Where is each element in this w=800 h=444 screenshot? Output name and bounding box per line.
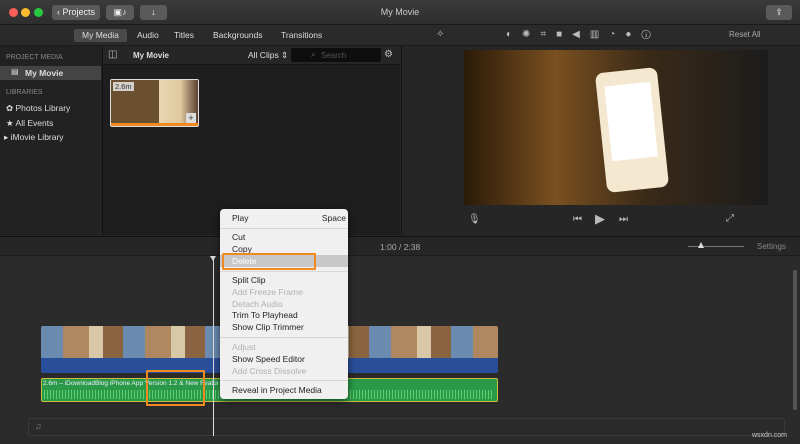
phone-screen [604, 81, 658, 162]
sidebar: PROJECT MEDIA ▤ My Movie LIBRARIES ✿ Pho… [0, 46, 103, 235]
add-clip-icon[interactable]: + [186, 113, 196, 123]
search-input[interactable]: ⌕ Search [291, 48, 381, 62]
zoom-slider-thumb[interactable] [698, 242, 704, 248]
menu-separator [220, 271, 348, 272]
menu-item-add-cross-dissolve: Add Cross Dissolve [232, 366, 307, 376]
disclosure-triangle-icon[interactable]: ▸ [4, 132, 8, 142]
menu-item-show-speed-editor[interactable]: Show Speed Editor [232, 354, 305, 365]
media-tab-bar: My Media Audio Titles Backgrounds Transi… [0, 25, 800, 46]
menu-item-play[interactable]: Play Space [232, 213, 346, 224]
tab-transitions[interactable]: Transitions [273, 29, 330, 42]
playhead[interactable] [213, 258, 214, 436]
highlight-box-delete [222, 253, 316, 270]
menu-separator [220, 380, 348, 381]
menu-item-split-clip[interactable]: Split Clip [232, 275, 266, 286]
shortcut-label: Space [321, 213, 346, 223]
video-preview [464, 50, 768, 205]
title-bar: ‹ Projects ▣♪ ↓ My Movie ⇪ [0, 0, 800, 25]
stabilization-icon[interactable]: ■ [556, 29, 572, 40]
sidebar-item-label: My Movie [25, 68, 64, 78]
menu-item-label: Play [232, 213, 249, 223]
sidebar-item-my-movie[interactable]: ▤ My Movie [0, 66, 101, 80]
tab-my-media[interactable]: My Media [74, 29, 127, 42]
context-menu: Play Space Cut Copy Delete Split Clip Add… [220, 209, 348, 399]
star-icon: ★ [6, 118, 14, 128]
search-icon: ⌕ [311, 50, 316, 59]
color-correction-icon[interactable]: ✺ [522, 29, 540, 40]
browser-title: My Movie [133, 51, 170, 60]
adjustment-toolbar[interactable]: ◐✺⌗■◀▥◔●ⓘ [506, 29, 661, 40]
browser-header: ◫ My Movie All Clips ⇕ ⌕ Search ⚙ [103, 46, 400, 65]
music-track[interactable]: ♫ [28, 418, 785, 436]
sidebar-item-photos-library[interactable]: ✿ Photos Library [6, 103, 70, 114]
menu-separator [220, 337, 348, 338]
next-icon[interactable]: ⏭ [619, 214, 628, 225]
clip-used-bar [111, 123, 198, 126]
media-clip-thumbnail[interactable]: 2.6m + [110, 79, 199, 127]
sidebar-item-label: All Events [15, 118, 54, 128]
sidebar-toggle-icon[interactable]: ◫ [108, 49, 117, 60]
menu-item-add-freeze-frame: Add Freeze Frame [232, 287, 303, 297]
timecode: 1:00 / 2:38 [380, 242, 421, 252]
menu-item-trim-to-playhead[interactable]: Trim To Playhead [232, 310, 298, 321]
play-icon[interactable]: ▶ [595, 211, 605, 227]
fullscreen-icon[interactable]: ⤢ [726, 213, 734, 224]
watermark: wsxdn.com [752, 432, 788, 439]
clapper-icon: ▤ [11, 67, 19, 76]
tab-audio[interactable]: Audio [129, 29, 167, 42]
phone-image [594, 67, 670, 193]
tab-titles[interactable]: Titles [166, 29, 202, 42]
magic-wand-icon[interactable]: ✧ [436, 29, 444, 40]
menu-item-reveal-in-project-media[interactable]: Reveal in Project Media [232, 385, 322, 396]
window-title: My Movie [380, 7, 420, 17]
highlight-box-audio [146, 370, 205, 406]
sidebar-item-label: iMovie Library [10, 132, 64, 142]
sidebar-item-imovie-library[interactable]: ▸ iMovie Library [4, 132, 64, 143]
photos-icon: ✿ [6, 103, 14, 113]
sidebar-item-label: Photos Library [15, 103, 71, 113]
timeline-scrollbar[interactable] [793, 270, 797, 410]
previous-icon[interactable]: ⏮ [573, 214, 582, 225]
playhead-handle[interactable] [210, 256, 216, 261]
menu-separator [220, 228, 348, 229]
tab-backgrounds[interactable]: Backgrounds [205, 29, 271, 42]
libraries-header: LIBRARIES [6, 89, 43, 96]
viewer: 🎙 ⏮ ▶ ⏭ ⤢ [401, 46, 800, 235]
media-browser: ◫ My Movie All Clips ⇕ ⌕ Search ⚙ 2.6m + [103, 46, 400, 235]
menu-item-cut[interactable]: Cut [232, 232, 245, 243]
menu-item-adjust: Adjust [232, 342, 256, 352]
menu-item-show-clip-trimmer[interactable]: Show Clip Trimmer [232, 322, 304, 333]
crop-icon[interactable]: ⌗ [540, 29, 556, 40]
project-media-header: PROJECT MEDIA [6, 54, 63, 61]
color-balance-icon[interactable]: ◐ [506, 29, 522, 40]
equalizer-icon[interactable]: ▥ [590, 29, 609, 40]
sidebar-item-all-events[interactable]: ★ All Events [6, 118, 53, 129]
search-placeholder: Search [321, 51, 347, 60]
info-icon[interactable]: ⓘ [641, 29, 660, 40]
settings-button[interactable]: Settings [757, 242, 786, 251]
clip-duration: 2.6m [113, 82, 134, 91]
share-icon[interactable]: ⇪ [766, 5, 792, 20]
reset-all-button[interactable]: Reset All [729, 30, 761, 39]
clip-settings-icon[interactable]: ⚙ [384, 49, 393, 60]
zoom-slider[interactable] [688, 246, 744, 247]
timeline-header: 1:00 / 2:38 Settings [0, 236, 800, 256]
menu-item-detach-audio: Detach Audio [232, 299, 283, 309]
clip-filter-select[interactable]: All Clips ⇕ [248, 50, 288, 61]
speed-icon[interactable]: ◔ [609, 29, 625, 40]
filter-icon[interactable]: ● [625, 29, 641, 40]
music-note-icon: ♫ [35, 421, 42, 431]
volume-icon[interactable]: ◀ [572, 29, 590, 40]
microphone-icon[interactable]: 🎙 [468, 214, 481, 225]
